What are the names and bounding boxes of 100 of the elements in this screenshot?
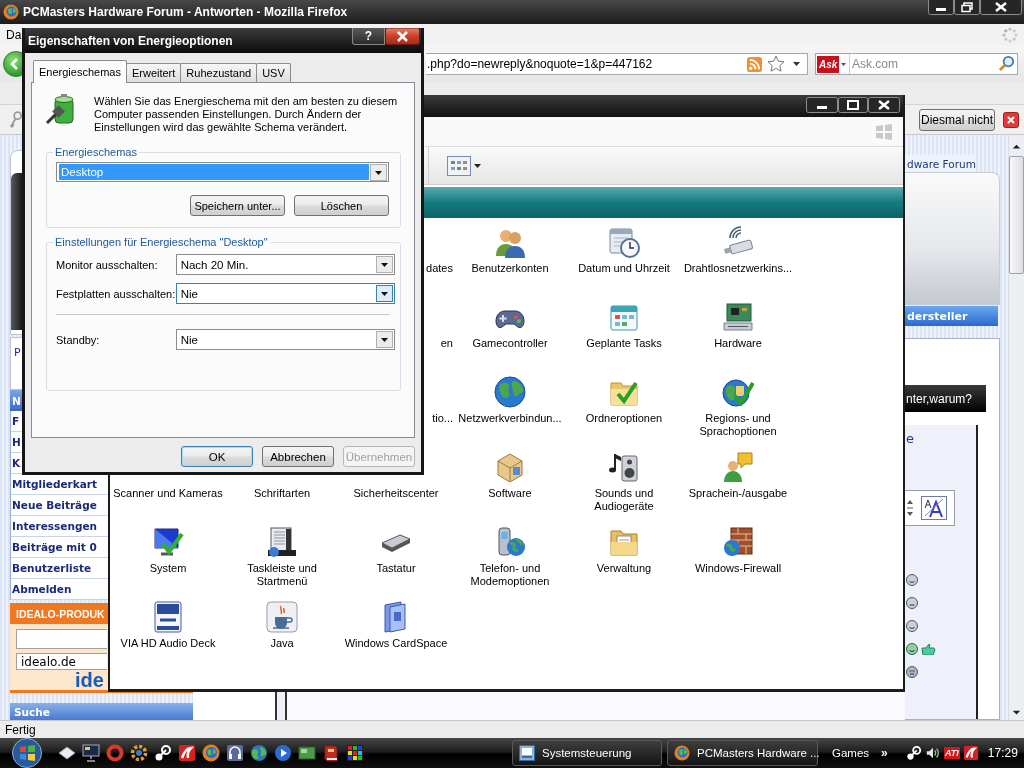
globe-icon[interactable] (250, 744, 268, 762)
nav-link[interactable]: Abmelden (12, 583, 72, 595)
applet-item[interactable]: Taskleiste und Startmenü (227, 526, 337, 588)
applet-item[interactable]: tio... (432, 412, 453, 425)
ring-icon[interactable] (106, 744, 124, 762)
applet-item[interactable]: Hardware (714, 301, 762, 350)
piston-icon[interactable] (906, 745, 922, 761)
applet-item[interactable]: Benutzerkonten (471, 226, 549, 275)
nav-link[interactable]: Benutzerliste (12, 562, 92, 574)
applet-item[interactable]: Sprachein-/ausgabe (688, 451, 788, 500)
applet-item[interactable]: Scanner und Kameras (113, 487, 223, 500)
close-icon[interactable] (868, 97, 900, 113)
smiley-icon[interactable] (906, 574, 918, 586)
applet-item[interactable]: VIA HD Audio Deck (120, 601, 216, 650)
applet-item[interactable]: Datum und Uhrzeit (578, 226, 670, 275)
caret-icon[interactable] (370, 163, 387, 181)
diamond-icon[interactable] (58, 744, 76, 762)
play-icon[interactable] (274, 744, 292, 762)
applet-item[interactable]: Windows-Firewall (694, 526, 782, 575)
restore-icon[interactable] (954, 0, 980, 15)
applet-item[interactable]: dates (426, 262, 453, 275)
applet-item[interactable]: Verwaltung (596, 526, 652, 575)
applet-item[interactable]: Regions- und Sprachoptionen (683, 376, 793, 438)
nav-link[interactable]: H (12, 436, 21, 448)
caret-icon[interactable] (793, 62, 800, 66)
applet-item[interactable]: Drahtlosnetzwerkins... (683, 226, 793, 275)
search-engine-button[interactable]: Ask (816, 54, 851, 74)
nav-link[interactable]: Mitgliederkart (12, 478, 97, 490)
close-icon[interactable] (980, 0, 1022, 15)
applet-item[interactable]: Sicherheitscenter (353, 487, 439, 500)
speaker-icon[interactable] (925, 745, 941, 761)
caret-icon[interactable] (376, 285, 393, 302)
swoosh-icon[interactable] (178, 744, 196, 762)
nav-link[interactable]: Interessengen (12, 520, 98, 532)
nav-link[interactable]: F (12, 415, 20, 427)
caret-icon[interactable] (376, 331, 393, 348)
applet-item[interactable]: Software (488, 451, 532, 500)
nav-link[interactable]: Neue Beiträge (12, 499, 97, 511)
book-icon[interactable] (322, 744, 340, 762)
tab[interactable]: Energieschemas (33, 60, 127, 83)
dismiss-button[interactable]: Diesmal nicht (919, 108, 995, 131)
nav-link[interactable]: Beiträge mit 0 (12, 541, 97, 553)
scheme-button[interactable]: Speichern unter... (190, 195, 285, 216)
forum-tab[interactable]: dware Forum (905, 155, 975, 172)
applet-item[interactable]: Telefon- und Modemoptionen (455, 526, 565, 588)
font-size-icon[interactable] (921, 496, 947, 520)
taskbar-button[interactable]: PCMasters Hardware ... (667, 740, 818, 766)
applet-item[interactable]: Netzwerkverbindun... (458, 376, 562, 425)
tray-badge[interactable]: ATI (944, 747, 960, 759)
close-icon[interactable] (385, 28, 420, 45)
caret-icon[interactable] (474, 163, 481, 168)
smiley-icon[interactable] (906, 620, 918, 632)
site-field[interactable]: idealo.de (16, 653, 107, 670)
setting-dropdown[interactable]: Nie (175, 329, 395, 350)
smiley-icon[interactable] (906, 643, 918, 655)
card-icon[interactable] (298, 744, 316, 762)
url-field[interactable]: .php?do=newreply&noquote=1&p=447162 (426, 53, 808, 75)
applet-item[interactable]: Java (266, 601, 298, 650)
clock[interactable]: 17:29 (987, 746, 1018, 760)
applet-item[interactable]: en (440, 337, 453, 350)
scrollbar-thumb[interactable] (1009, 156, 1024, 274)
nav-link[interactable]: K (12, 457, 21, 469)
setting-dropdown[interactable]: Nie (175, 283, 395, 304)
minimize-icon[interactable] (928, 0, 954, 15)
chevron-button[interactable]: » (879, 746, 890, 760)
applet-item[interactable]: Tastatur (376, 526, 416, 575)
applet-item[interactable]: Geplante Tasks (586, 301, 662, 350)
scrollbar-track[interactable] (1008, 135, 1024, 720)
menu-item[interactable]: Da (6, 28, 22, 42)
input-field[interactable] (16, 629, 107, 649)
up-down-arrows-icon[interactable] (906, 499, 914, 517)
maximize-icon[interactable] (838, 97, 868, 113)
smiley-icon[interactable] (906, 666, 918, 678)
tab[interactable]: Erweitert (125, 63, 182, 82)
display-icon[interactable] (82, 744, 100, 762)
smiley-icon[interactable] (906, 597, 918, 609)
applet-item[interactable]: Windows CardSpace (344, 601, 448, 650)
star-icon[interactable] (767, 55, 785, 73)
help-button[interactable]: ? (352, 28, 385, 45)
taskbar-button[interactable]: Systemsteuerung (512, 740, 662, 766)
close-icon[interactable] (1003, 111, 1019, 128)
applet-item[interactable]: Gamecontroller (472, 301, 548, 350)
start-button[interactable] (12, 738, 42, 768)
thumbs-up-icon[interactable] (920, 643, 936, 655)
headset-icon[interactable] (226, 744, 244, 762)
applet-item[interactable]: Sounds und Audiogeräte (569, 451, 679, 513)
applet-item[interactable]: Schriftarten (253, 487, 311, 500)
minimize-icon[interactable] (806, 97, 838, 113)
scheme-button[interactable]: Löschen (294, 195, 389, 216)
piston-icon[interactable] (154, 744, 172, 762)
setting-dropdown[interactable]: Nach 20 Min. (175, 254, 395, 275)
grid-icon[interactable] (346, 744, 364, 762)
applet-item[interactable]: Ordneroptionen (585, 376, 663, 425)
tab[interactable]: Ruhezustand (180, 63, 258, 82)
caret-icon[interactable] (376, 256, 393, 273)
gear-icon[interactable] (130, 744, 148, 762)
globe-icon[interactable] (202, 744, 220, 762)
reply-link[interactable]: e (906, 431, 914, 446)
applet-item[interactable]: System (149, 526, 187, 575)
dialog-button[interactable]: Abbrechen (262, 446, 334, 467)
